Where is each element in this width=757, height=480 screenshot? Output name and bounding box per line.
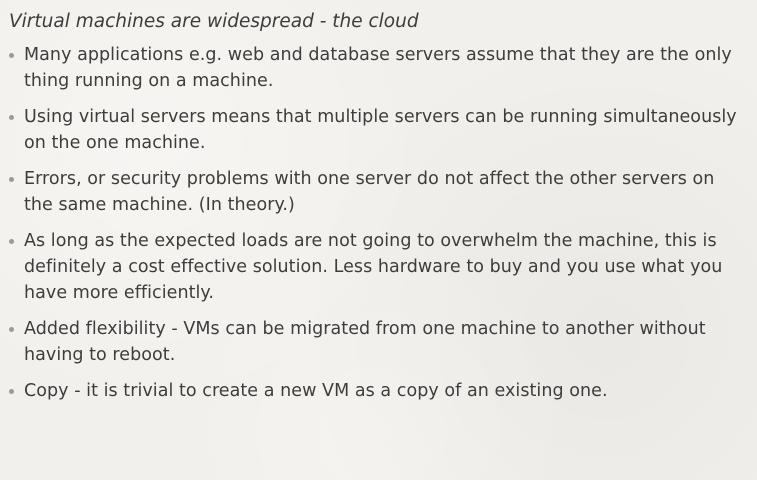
slide-subtitle: Virtual machines are widespread - the cl… bbox=[9, 11, 419, 32]
bullet-item: Many applications e.g. web and database … bbox=[9, 42, 747, 94]
bullet-dot-icon bbox=[9, 177, 14, 182]
bullet-text: Using virtual servers means that multipl… bbox=[24, 107, 737, 153]
bullet-dot-icon bbox=[9, 239, 14, 244]
bullet-dot-icon bbox=[9, 115, 14, 120]
bullet-item: Added flexibility - VMs can be migrated … bbox=[9, 316, 747, 368]
bullet-dot-icon bbox=[9, 327, 14, 332]
bullet-text: Copy - it is trivial to create a new VM … bbox=[24, 381, 608, 401]
bullet-list: Many applications e.g. web and database … bbox=[9, 42, 747, 404]
slide: Virtual machines are widespread - the cl… bbox=[0, 0, 757, 480]
bullet-item: As long as the expected loads are not go… bbox=[9, 228, 747, 306]
bullet-text: Many applications e.g. web and database … bbox=[24, 45, 732, 91]
bullet-text: As long as the expected loads are not go… bbox=[24, 231, 723, 303]
bullet-text: Errors, or security problems with one se… bbox=[24, 169, 715, 215]
bullet-text: Added flexibility - VMs can be migrated … bbox=[24, 319, 706, 365]
bullet-dot-icon bbox=[9, 53, 14, 58]
bullet-item: Copy - it is trivial to create a new VM … bbox=[9, 378, 747, 404]
bullet-dot-icon bbox=[9, 389, 14, 394]
bullet-item: Using virtual servers means that multipl… bbox=[9, 104, 747, 156]
bullet-item: Errors, or security problems with one se… bbox=[9, 166, 747, 218]
